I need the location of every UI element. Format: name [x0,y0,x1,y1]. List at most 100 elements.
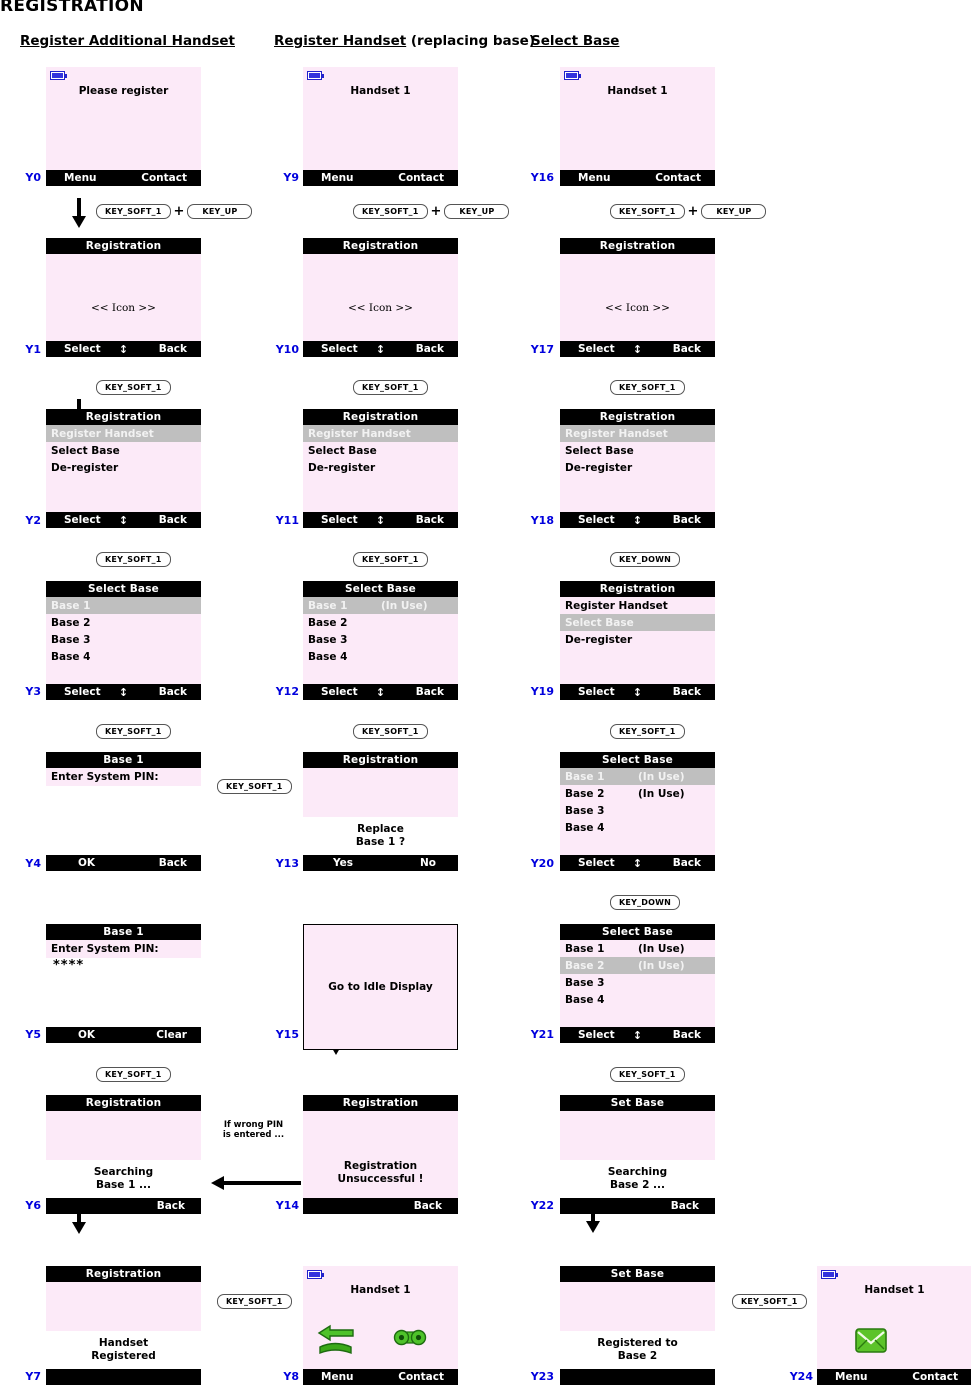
softkey-left[interactable]: Select [578,1029,615,1041]
softkey-right[interactable]: Back [416,686,444,698]
list-item-base-2[interactable]: Base 2 (In Use) [560,957,715,974]
list-item-base-2[interactable]: Base 2 [46,614,201,631]
pin-input[interactable] [46,786,201,802]
menu-item-de-register[interactable]: De-register [303,459,458,476]
softkey-left[interactable]: Select [64,514,101,526]
pin-input[interactable]: **** [46,958,201,974]
list-item-base-1[interactable]: Base 1 [46,597,201,614]
key-soft1[interactable]: KEY_SOFT_1 [610,380,685,395]
softkey-right[interactable]: Back [673,857,701,869]
menu-item-select-base[interactable]: Select Base [560,442,715,459]
softkey-left[interactable]: Select [578,857,615,869]
softkey-right[interactable]: Back [159,857,187,869]
softkey-right[interactable]: Back [159,343,187,355]
softkey-left[interactable]: Select [578,514,615,526]
menu-item-register-handset[interactable]: Register Handset [303,425,458,442]
softkey-left[interactable]: Menu [835,1371,868,1383]
softkey-right[interactable]: Back [673,514,701,526]
softkey-left[interactable]: Select [64,686,101,698]
key-soft1[interactable]: KEY_SOFT_1 [353,204,428,219]
menu-item-register-handset[interactable]: Register Handset [560,425,715,442]
key-down[interactable]: KEY_DOWN [610,552,681,567]
menu-item-register-handset[interactable]: Register Handset [46,425,201,442]
confirm-line-1: Replace [357,823,404,835]
key-up[interactable]: KEY_UP [187,204,253,219]
key-soft1[interactable]: KEY_SOFT_1 [217,779,292,794]
list-item-base-2[interactable]: Base 2 [303,614,458,631]
list-item-base-3[interactable]: Base 3 [303,631,458,648]
key-soft1[interactable]: KEY_SOFT_1 [96,552,171,567]
softkey-left[interactable]: OK [78,1029,95,1041]
screen-body: Replace Base 1 ? [303,768,458,855]
softkey-right[interactable]: Back [416,343,444,355]
softkey-right[interactable]: No [420,857,436,869]
softkey-right[interactable]: Back [673,686,701,698]
list-item-base-3[interactable]: Base 3 [560,974,715,991]
key-soft1[interactable]: KEY_SOFT_1 [353,552,428,567]
key-soft1[interactable]: KEY_SOFT_1 [610,724,685,739]
softkey-right[interactable]: Contact [398,172,444,184]
softkey-left[interactable]: Select [321,343,358,355]
softkey-left[interactable]: Select [64,343,101,355]
softkey-left[interactable]: Select [321,514,358,526]
key-up[interactable]: KEY_UP [701,204,767,219]
menu-item-select-base[interactable]: Select Base [303,442,458,459]
softkey-left[interactable]: Menu [321,1371,354,1383]
softkey-right[interactable]: Back [414,1200,442,1212]
key-soft1[interactable]: KEY_SOFT_1 [610,1067,685,1082]
softkey-right[interactable]: Back [673,1029,701,1041]
screen-body: Registered to Base 2 [560,1282,715,1369]
key-down[interactable]: KEY_DOWN [610,895,681,910]
list-item-base-1[interactable]: Base 1 (In Use) [560,940,715,957]
softkey-left[interactable]: OK [78,857,95,869]
key-soft1[interactable]: KEY_SOFT_1 [96,380,171,395]
softkey-left[interactable]: Menu [578,172,611,184]
key-soft1[interactable]: KEY_SOFT_1 [96,1067,171,1082]
softkey-left[interactable]: Select [321,686,358,698]
list-item-base-4[interactable]: Base 4 [46,648,201,665]
softkey-right[interactable]: Back [157,1200,185,1212]
softkey-right[interactable]: Back [159,514,187,526]
key-soft1[interactable]: KEY_SOFT_1 [732,1294,807,1309]
softkey-left[interactable]: Menu [321,172,354,184]
softkey-right[interactable]: Contact [912,1371,958,1383]
softkey-right[interactable]: Back [159,686,187,698]
list-item-base-4[interactable]: Base 4 [303,648,458,665]
key-Y11-Y12: KEY_SOFT_1 [353,547,428,567]
softkey-bar: Select ↕ Back [46,341,201,357]
list-item-base-3[interactable]: Base 3 [560,802,715,819]
softkey-right[interactable]: Contact [398,1371,444,1383]
key-soft1[interactable]: KEY_SOFT_1 [96,204,171,219]
list-item-base-3[interactable]: Base 3 [46,631,201,648]
key-soft1[interactable]: KEY_SOFT_1 [610,204,685,219]
softkey-right[interactable]: Clear [156,1029,187,1041]
softkey-left[interactable]: Menu [64,172,97,184]
list-item-status: (In Use) [381,599,428,612]
list-item-base-2[interactable]: Base 2 (In Use) [560,785,715,802]
softkey-right[interactable]: Contact [141,172,187,184]
softkey-right[interactable]: Back [416,514,444,526]
softkey-left[interactable]: Select [578,686,615,698]
softkey-left[interactable]: Select [578,343,615,355]
menu-item-de-register[interactable]: De-register [560,459,715,476]
list-item-base-1[interactable]: Base 1 (In Use) [303,597,458,614]
key-up[interactable]: KEY_UP [444,204,510,219]
key-soft1[interactable]: KEY_SOFT_1 [353,724,428,739]
menu-item-label: De-register [308,461,376,474]
softkey-left[interactable]: Yes [333,857,353,869]
list-item-base-1[interactable]: Base 1 (In Use) [560,768,715,785]
menu-item-de-register[interactable]: De-register [560,631,715,648]
list-item-base-4[interactable]: Base 4 [560,819,715,836]
softkey-right[interactable]: Back [671,1200,699,1212]
softkey-right[interactable]: Contact [655,172,701,184]
menu-item-select-base[interactable]: Select Base [560,614,715,631]
menu-item-de-register[interactable]: De-register [46,459,201,476]
menu-item-register-handset[interactable]: Register Handset [560,597,715,614]
key-soft1[interactable]: KEY_SOFT_1 [353,380,428,395]
key-soft1[interactable]: KEY_SOFT_1 [217,1294,292,1309]
list-item-base-4[interactable]: Base 4 [560,991,715,1008]
screen-title: Registration [560,581,715,597]
softkey-right[interactable]: Back [673,343,701,355]
menu-item-select-base[interactable]: Select Base [46,442,201,459]
key-soft1[interactable]: KEY_SOFT_1 [96,724,171,739]
